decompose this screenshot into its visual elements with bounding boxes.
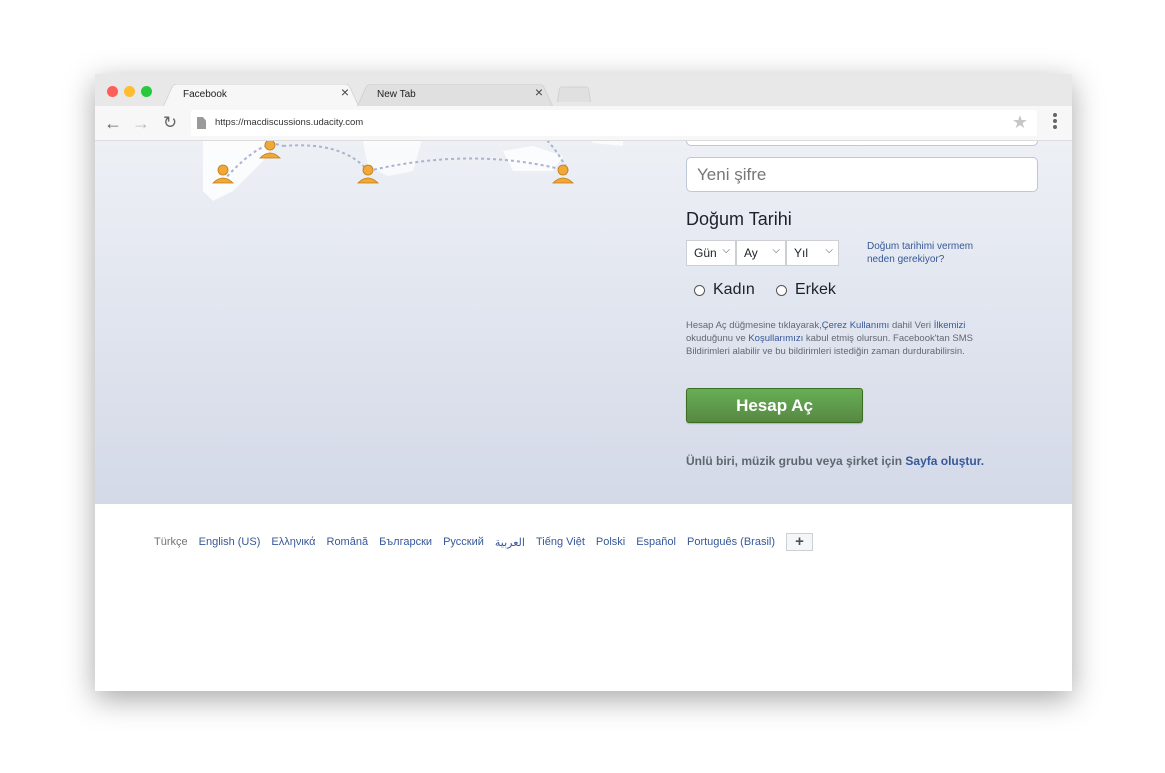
forward-arrow-icon[interactable]: → (130, 112, 152, 134)
bookmark-star-icon[interactable]: ★ (1012, 111, 1028, 133)
language-link[interactable]: العربية (495, 536, 525, 549)
url-text[interactable]: https://macdiscussions.udacity.com (215, 117, 363, 128)
gender-female-label: Kadın (713, 281, 755, 298)
language-link[interactable]: Polski (596, 536, 625, 548)
page-icon (197, 117, 206, 129)
create-page-text: Ünlü biri, müzik grubu veya şirket için … (686, 454, 984, 468)
menu-icon[interactable] (1052, 113, 1058, 133)
world-map-graphic (203, 141, 623, 201)
language-link[interactable]: English (US) (199, 536, 261, 548)
birthday-title: Doğum Tarihi (686, 209, 792, 229)
data-policy-link[interactable]: İlkemizi (934, 320, 966, 331)
terms-link[interactable]: Koşullarımızı (748, 333, 803, 344)
month-select[interactable]: Ay ⌵ (736, 240, 786, 266)
maximize-window-button[interactable] (141, 86, 152, 97)
new-password-input[interactable]: Yeni şifre (686, 157, 1038, 192)
language-link[interactable]: Português (Brasil) (687, 536, 775, 548)
gender-female-radio[interactable]: Kadın (694, 281, 755, 299)
tab-title: New Tab (377, 89, 416, 100)
browser-toolbar: ← → ↻ https://macdiscussions.udacity.com… (95, 106, 1072, 141)
create-page-link[interactable]: Sayfa oluştur. (905, 454, 984, 468)
month-select-label: Ay (744, 246, 758, 260)
cookie-policy-link[interactable]: Çerez Kullanımı (822, 320, 890, 331)
new-tab-button[interactable] (557, 84, 591, 102)
language-list: Türkçe English (US) Ελληνικά Română Бълг… (154, 533, 814, 551)
gender-male-label: Erkek (795, 281, 836, 298)
tab-title: Facebook (183, 89, 227, 100)
terms-part: Hesap Aç düğmesine tıklayarak, (686, 320, 822, 331)
back-arrow-icon[interactable]: ← (102, 112, 124, 134)
chevron-down-icon: ⌵ (825, 245, 833, 256)
language-link: Türkçe (154, 536, 188, 548)
language-link[interactable]: Español (636, 536, 676, 548)
address-bar[interactable]: https://macdiscussions.udacity.com (191, 110, 1037, 136)
day-select-label: Gün (694, 246, 717, 260)
language-link[interactable]: Română (327, 536, 369, 548)
gender-male-radio[interactable]: Erkek (776, 281, 836, 299)
page-content: Yeni şifre Doğum Tarihi Gün ⌵ Ay ⌵ Yıl ⌵… (95, 141, 1072, 691)
language-link[interactable]: Български (379, 536, 432, 548)
hero-section: Yeni şifre Doğum Tarihi Gün ⌵ Ay ⌵ Yıl ⌵… (95, 141, 1072, 504)
new-password-placeholder: Yeni şifre (697, 165, 767, 184)
chevron-down-icon: ⌵ (722, 245, 730, 256)
terms-part: dahil Veri (889, 320, 934, 331)
close-tab-icon[interactable]: × (535, 85, 543, 99)
language-link[interactable]: Tiếng Việt (536, 536, 585, 548)
radio-circle-icon[interactable] (776, 284, 787, 296)
create-page-prefix: Ünlü biri, müzik grubu veya şirket için (686, 454, 906, 468)
minimize-window-button[interactable] (124, 86, 135, 97)
previous-input-field[interactable] (686, 141, 1038, 146)
browser-window: Facebook × New Tab × ← → ↻ https://macdi… (95, 74, 1072, 691)
signup-button[interactable]: Hesap Aç (686, 388, 863, 423)
terms-part: okuduğunu ve (686, 333, 749, 344)
tab-new-tab[interactable]: New Tab × (357, 81, 553, 106)
terms-text: Hesap Aç düğmesine tıklayarak,Çerez Kull… (686, 319, 986, 358)
tab-strip: Facebook × New Tab × (95, 74, 1072, 106)
close-window-button[interactable] (107, 86, 118, 97)
language-link[interactable]: Ελληνικά (271, 536, 315, 548)
close-tab-icon[interactable]: × (341, 85, 349, 99)
language-link[interactable]: Русский (443, 536, 484, 548)
year-select[interactable]: Yıl ⌵ (786, 240, 839, 266)
why-birthday-link[interactable]: Doğum tarihimi vermem neden gerekiyor? (867, 240, 987, 266)
tab-facebook[interactable]: Facebook × (163, 81, 359, 106)
year-select-label: Yıl (794, 246, 809, 260)
footer: Türkçe English (US) Ελληνικά Română Бълг… (95, 504, 1072, 691)
radio-circle-icon[interactable] (694, 284, 705, 296)
day-select[interactable]: Gün ⌵ (686, 240, 736, 266)
reload-icon[interactable]: ↻ (159, 112, 181, 134)
more-languages-button[interactable]: + (786, 533, 814, 551)
chevron-down-icon: ⌵ (772, 245, 780, 256)
